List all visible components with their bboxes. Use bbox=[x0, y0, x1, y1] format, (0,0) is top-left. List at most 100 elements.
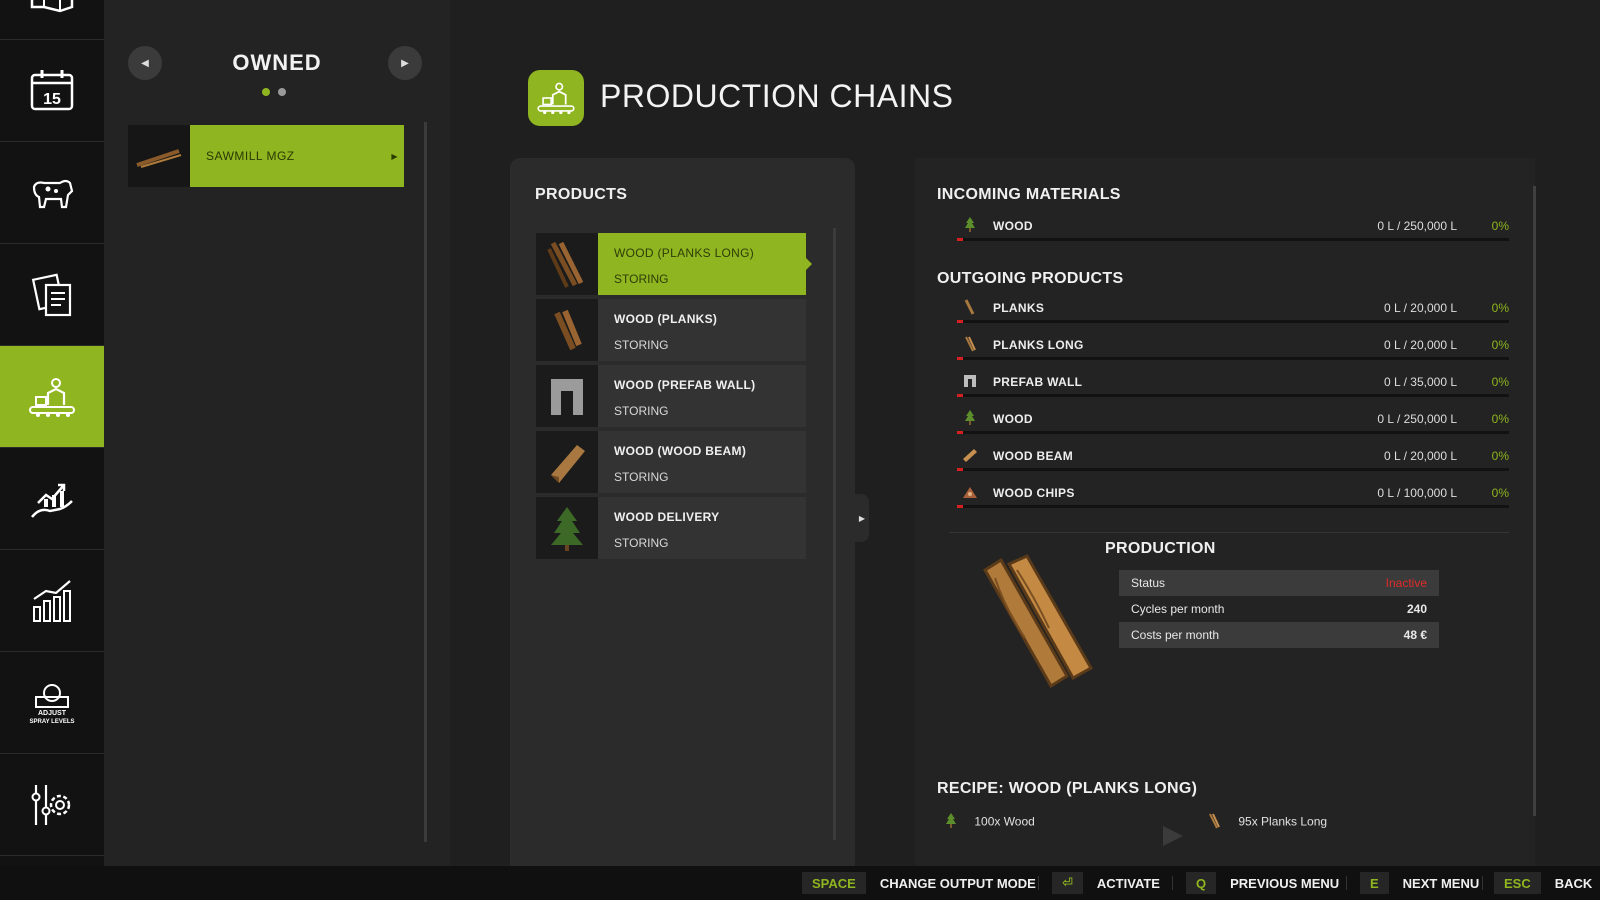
planks-long-image bbox=[982, 554, 1094, 689]
material-name: WOOD bbox=[993, 219, 1033, 233]
expand-panel-button[interactable]: ▶ bbox=[855, 494, 869, 542]
product-status: STORING bbox=[614, 404, 669, 418]
planks-long-icon bbox=[961, 335, 979, 353]
production-row-costs: Costs per month 48 € bbox=[1119, 622, 1439, 648]
calendar-icon: 15 bbox=[30, 69, 74, 110]
product-item-planks[interactable]: WOOD (PLANKS) STORING bbox=[536, 299, 806, 361]
planks-icon bbox=[554, 309, 582, 351]
material-percent: 0% bbox=[1491, 486, 1509, 500]
material-percent: 0% bbox=[1491, 301, 1509, 315]
key-esc: ESC bbox=[1494, 872, 1541, 894]
fill-level-bar bbox=[957, 431, 1509, 434]
fill-level-bar bbox=[957, 357, 1509, 360]
fill-level-bar bbox=[957, 394, 1509, 397]
fill-level-bar bbox=[957, 238, 1509, 241]
owned-scrollbar[interactable] bbox=[424, 122, 427, 842]
product-name: WOOD DELIVERY bbox=[614, 510, 720, 524]
caret-right-icon: ▶ bbox=[401, 57, 409, 69]
details-scrollbar[interactable] bbox=[1533, 186, 1536, 816]
rail-item-production[interactable] bbox=[0, 346, 110, 448]
products-title: PRODUCTS bbox=[535, 186, 628, 203]
product-item-wood-delivery[interactable]: WOOD DELIVERY STORING bbox=[536, 497, 806, 559]
rail-item-settings[interactable] bbox=[0, 754, 104, 856]
input-hint-bar: SPACE CHANGE OUTPUT MODE ⏎ ACTIVATE Q PR… bbox=[0, 866, 1600, 900]
product-item-wood-beam[interactable]: WOOD (WOOD BEAM) STORING bbox=[536, 431, 806, 493]
material-amount: 0 L / 250,000 L bbox=[1377, 219, 1457, 233]
finance-icon bbox=[31, 483, 73, 518]
hint-previous-menu[interactable]: Q PREVIOUS MENU bbox=[1186, 872, 1339, 894]
products-scrollbar[interactable] bbox=[833, 228, 836, 840]
production-value: 48 € bbox=[1403, 628, 1427, 642]
production-icon bbox=[29, 377, 75, 417]
owned-panel: ◀ OWNED ▶ SAWMILL MGZ ▶ bbox=[104, 0, 450, 866]
material-percent: 0% bbox=[1491, 449, 1509, 463]
recipe-title: RECIPE: WOOD (PLANKS LONG) bbox=[937, 780, 1198, 797]
hint-activate[interactable]: ⏎ ACTIVATE bbox=[1052, 872, 1160, 894]
product-thumbnail bbox=[536, 431, 598, 493]
spray-levels-text-2: SPRAY LEVELS bbox=[29, 719, 74, 725]
key-q: Q bbox=[1186, 872, 1217, 894]
owned-item-sawmill[interactable]: SAWMILL MGZ ▶ bbox=[128, 125, 404, 187]
divider bbox=[1346, 876, 1347, 890]
material-amount: 0 L / 250,000 L bbox=[1377, 412, 1457, 426]
hint-back[interactable]: ESC BACK bbox=[1494, 872, 1592, 894]
material-percent: 0% bbox=[1491, 219, 1509, 233]
material-percent: 0% bbox=[1491, 412, 1509, 426]
page-dot[interactable] bbox=[262, 88, 270, 96]
production-label: Status bbox=[1131, 576, 1166, 590]
owned-next-button[interactable]: ▶ bbox=[388, 46, 422, 80]
rail-item-finances[interactable] bbox=[0, 448, 104, 550]
product-item-prefab-wall[interactable]: WOOD (PREFAB WALL) STORING bbox=[536, 365, 806, 427]
divider bbox=[949, 532, 1509, 533]
sawmill-icon bbox=[136, 149, 182, 168]
product-name: WOOD (PREFAB WALL) bbox=[614, 378, 756, 392]
tree-icon bbox=[961, 409, 979, 427]
material-amount: 0 L / 20,000 L bbox=[1384, 301, 1457, 315]
outgoing-item-wood-beam: WOOD BEAM 0 L / 20,000 L 0% bbox=[949, 446, 1509, 476]
production-chains-icon bbox=[528, 70, 584, 126]
caret-right-icon: ▶ bbox=[391, 151, 398, 161]
material-percent: 0% bbox=[1491, 338, 1509, 352]
incoming-item-wood: WOOD 0 L / 250,000 L 0% bbox=[949, 216, 1509, 246]
recipe-output: 95x Planks Long bbox=[1207, 813, 1327, 832]
details-panel: INCOMING MATERIALS WOOD 0 L / 250,000 L … bbox=[915, 158, 1536, 866]
planks-long-icon bbox=[1207, 813, 1221, 832]
outgoing-item-prefab-wall: PREFAB WALL 0 L / 35,000 L 0% bbox=[949, 372, 1509, 402]
page-dot[interactable] bbox=[278, 88, 286, 96]
hint-change-output-mode[interactable]: SPACE CHANGE OUTPUT MODE bbox=[802, 872, 1036, 894]
hint-next-menu[interactable]: E NEXT MENU bbox=[1360, 872, 1479, 894]
hint-label: BACK bbox=[1554, 875, 1593, 891]
caret-right-icon: ▶ bbox=[858, 513, 866, 523]
spray-levels-text-1: ADJUST bbox=[38, 710, 67, 717]
outgoing-item-wood: WOOD 0 L / 250,000 L 0% bbox=[949, 409, 1509, 439]
product-item-planks-long[interactable]: WOOD (PLANKS LONG) STORING bbox=[536, 233, 812, 295]
rail-item-animals[interactable] bbox=[0, 142, 104, 244]
product-status: STORING bbox=[614, 338, 669, 352]
rail-item-map[interactable] bbox=[0, 0, 104, 40]
product-name: WOOD (PLANKS LONG) bbox=[614, 246, 755, 260]
production-table: Status Inactive Cycles per month 240 Cos… bbox=[1119, 570, 1439, 648]
rail-item-spray-levels[interactable]: ADJUST SPRAY LEVELS bbox=[0, 652, 104, 754]
recipe-input: 100x Wood bbox=[945, 813, 1035, 832]
production-label: Costs per month bbox=[1131, 628, 1220, 642]
rail-item-calendar[interactable]: 15 bbox=[0, 40, 104, 142]
key-e: E bbox=[1360, 872, 1389, 894]
outgoing-item-planks-long: PLANKS LONG 0 L / 20,000 L 0% bbox=[949, 335, 1509, 365]
prefab-wall-icon bbox=[961, 372, 979, 390]
rail-item-statistics[interactable] bbox=[0, 550, 104, 652]
rail-item-contracts[interactable] bbox=[0, 244, 104, 346]
fill-level-bar bbox=[957, 505, 1509, 508]
outgoing-products-title: OUTGOING PRODUCTS bbox=[937, 270, 1124, 287]
settings-icon bbox=[31, 784, 71, 825]
spray-levels-icon: ADJUST SPRAY LEVELS bbox=[29, 683, 75, 725]
owned-item-label: SAWMILL MGZ ▶ bbox=[190, 125, 404, 187]
outgoing-item-wood-chips: WOOD CHIPS 0 L / 100,000 L 0% bbox=[949, 483, 1509, 513]
production-value: 240 bbox=[1406, 602, 1427, 616]
material-amount: 0 L / 100,000 L bbox=[1377, 486, 1457, 500]
calendar-day: 15 bbox=[43, 91, 61, 108]
production-status-value: Inactive bbox=[1385, 576, 1427, 590]
sawmill-thumbnail bbox=[128, 125, 190, 187]
page-title: PRODUCTION CHAINS bbox=[600, 78, 954, 114]
contracts-icon bbox=[31, 273, 72, 316]
hint-label: ACTIVATE bbox=[1096, 875, 1160, 891]
